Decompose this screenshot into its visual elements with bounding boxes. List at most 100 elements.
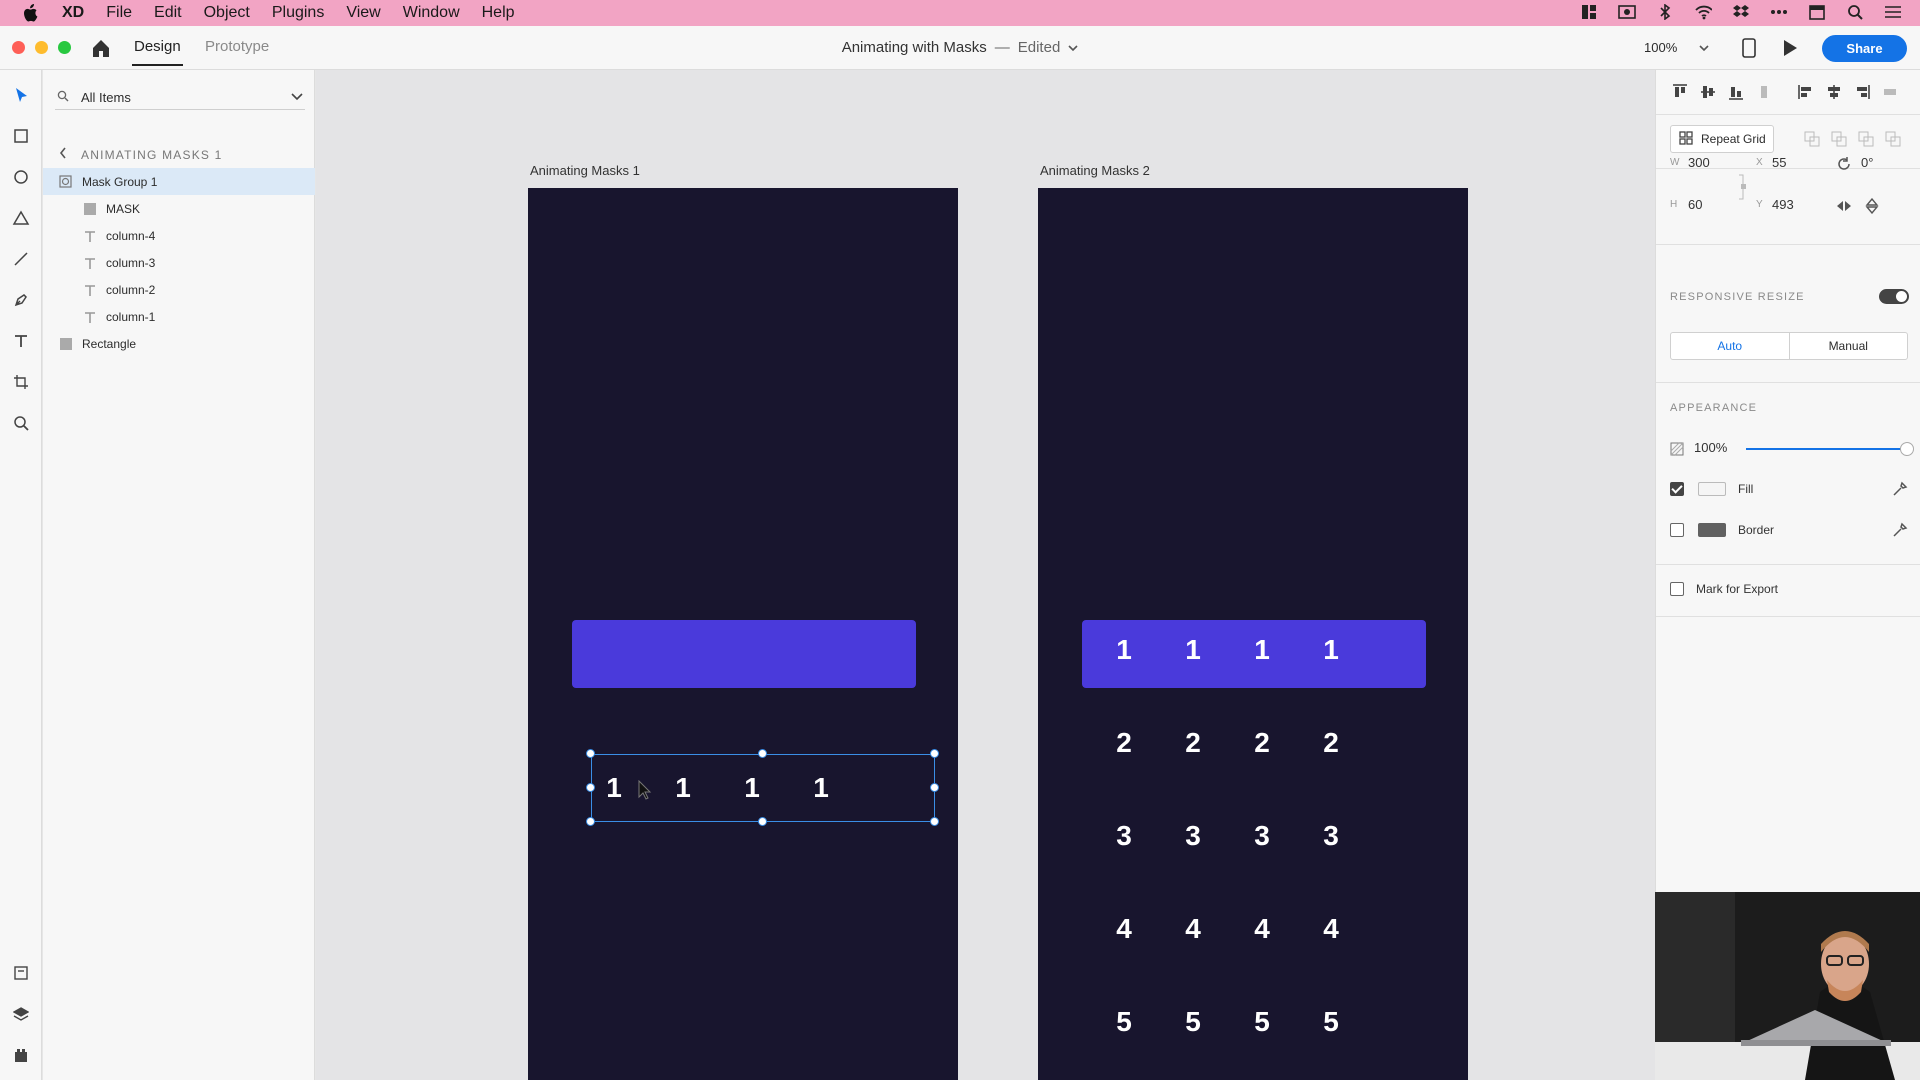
grid-number-r1-c3[interactable]: 1 (1242, 634, 1282, 666)
text-tool-icon[interactable] (10, 330, 32, 352)
dropbox-icon[interactable] (1732, 3, 1750, 21)
rectangle-tool-icon[interactable] (10, 125, 32, 147)
resize-handle-bottom-right[interactable] (930, 817, 939, 826)
opacity-value[interactable]: 100% (1694, 440, 1727, 455)
grid-number-r5-c1[interactable]: 5 (1104, 1006, 1144, 1038)
line-tool-icon[interactable] (10, 248, 32, 270)
device-preview-icon[interactable] (1742, 38, 1756, 63)
boolean-subtract-icon[interactable] (1831, 131, 1847, 147)
resize-handle-top[interactable] (758, 749, 767, 758)
artboard-1-title[interactable]: Animating Masks 1 (530, 163, 640, 178)
wifi-icon[interactable] (1694, 3, 1712, 21)
x-value[interactable]: 55 (1772, 155, 1786, 170)
menu-window[interactable]: Window (403, 4, 460, 22)
window-close-button[interactable] (12, 41, 25, 54)
resize-handle-right[interactable] (930, 783, 939, 792)
grid-number-r1-c2[interactable]: 1 (1173, 634, 1213, 666)
home-icon[interactable] (90, 37, 112, 59)
grid-number-r2-c4[interactable]: 2 (1311, 727, 1351, 759)
opacity-slider-track[interactable] (1746, 448, 1906, 450)
grid-number-r3-c2[interactable]: 3 (1173, 820, 1213, 852)
eyedropper-icon[interactable] (1892, 481, 1908, 497)
window-zoom-button[interactable] (58, 41, 71, 54)
layer-column-4[interactable]: column-4 (43, 222, 315, 249)
tab-prototype[interactable]: Prototype (205, 38, 269, 55)
artboard-animating-masks-1[interactable]: 1 1 1 1 (528, 188, 958, 1080)
layer-rectangle[interactable]: Rectangle (43, 330, 315, 357)
layer-search-field[interactable]: All Items (55, 86, 305, 110)
layer-column-1[interactable]: column-1 (43, 303, 315, 330)
layer-column-3[interactable]: column-3 (43, 249, 315, 276)
grid-number-r4-c3[interactable]: 4 (1242, 913, 1282, 945)
align-middle-icon[interactable] (1700, 84, 1716, 100)
resize-handle-bottom-left[interactable] (586, 817, 595, 826)
polygon-tool-icon[interactable] (10, 207, 32, 229)
grid-number-r4-c4[interactable]: 4 (1311, 913, 1351, 945)
zoom-tool-icon[interactable] (10, 412, 32, 434)
select-tool-icon[interactable] (10, 84, 32, 106)
resize-handle-left[interactable] (586, 783, 595, 792)
mask-rectangle[interactable] (572, 620, 916, 688)
plugins-icon[interactable] (10, 1044, 32, 1066)
menu-help[interactable]: Help (482, 4, 515, 22)
resize-mode-manual[interactable]: Manual (1790, 333, 1908, 359)
grid-number-r3-c3[interactable]: 3 (1242, 820, 1282, 852)
mark-for-export-checkbox[interactable] (1670, 582, 1684, 596)
flip-horizontal-icon[interactable] (1836, 198, 1852, 217)
grid-number-r2-c2[interactable]: 2 (1173, 727, 1213, 759)
align-top-icon[interactable] (1672, 84, 1688, 100)
artboard-animating-masks-2[interactable]: 11112222333344445555 (1038, 188, 1468, 1080)
assets-icon[interactable] (10, 962, 32, 984)
layer-breadcrumb[interactable]: ANIMATING MASKS 1 (59, 147, 223, 162)
pen-tool-icon[interactable] (10, 289, 32, 311)
grid-number-r4-c1[interactable]: 4 (1104, 913, 1144, 945)
layer-mask-group[interactable]: Mask Group 1 (43, 168, 315, 195)
design-canvas[interactable]: Animating Masks 1 1 1 1 1 Animating Mask… (316, 70, 1655, 1080)
repeat-grid-button[interactable]: Repeat Grid (1670, 125, 1774, 153)
menu-view[interactable]: View (346, 4, 380, 22)
rotation-value[interactable]: 0° (1861, 155, 1873, 170)
align-right-icon[interactable] (1854, 84, 1870, 100)
distribute-horizontal-icon[interactable] (1882, 84, 1898, 100)
distribute-vertical-icon[interactable] (1756, 84, 1772, 100)
play-icon[interactable] (1782, 39, 1798, 62)
layers-icon[interactable] (10, 1003, 32, 1025)
grid-number-r2-c1[interactable]: 2 (1104, 727, 1144, 759)
grid-number-r2-c3[interactable]: 2 (1242, 727, 1282, 759)
grid-number-r4-c2[interactable]: 4 (1173, 913, 1213, 945)
chevron-down-icon[interactable] (291, 90, 303, 105)
artboard-tool-icon[interactable] (10, 371, 32, 393)
layer-column-2[interactable]: column-2 (43, 276, 315, 303)
bluetooth-icon[interactable] (1656, 3, 1674, 21)
grid-number-r5-c2[interactable]: 5 (1173, 1006, 1213, 1038)
menu-file[interactable]: File (106, 4, 132, 22)
document-title-dropdown[interactable]: Animating with Masks — Edited (842, 39, 1079, 56)
artboard-2-title[interactable]: Animating Masks 2 (1040, 163, 1150, 178)
responsive-resize-toggle[interactable] (1879, 289, 1909, 304)
zoom-dropdown[interactable]: 100% (1644, 40, 1709, 55)
screen-record-icon[interactable] (1618, 3, 1636, 21)
fill-swatch[interactable] (1698, 482, 1726, 496)
search-icon[interactable] (1846, 3, 1864, 21)
grid-number-r1-c1[interactable]: 1 (1104, 634, 1144, 666)
grid-number-r3-c4[interactable]: 3 (1311, 820, 1351, 852)
apple-icon[interactable] (20, 3, 42, 23)
grid-number-r3-c1[interactable]: 3 (1104, 820, 1144, 852)
resize-handle-top-left[interactable] (586, 749, 595, 758)
border-swatch[interactable] (1698, 523, 1726, 537)
align-left-icon[interactable] (1798, 84, 1814, 100)
rotate-icon[interactable] (1836, 156, 1852, 175)
boolean-add-icon[interactable] (1804, 131, 1820, 147)
align-center-icon[interactable] (1826, 84, 1842, 100)
grid-number-r1-c4[interactable]: 1 (1311, 634, 1351, 666)
tab-design[interactable]: Design (132, 38, 183, 66)
menu-edit[interactable]: Edit (154, 4, 182, 22)
resize-handle-top-right[interactable] (930, 749, 939, 758)
resize-mode-auto[interactable]: Auto (1671, 333, 1790, 359)
boolean-exclude-icon[interactable] (1885, 131, 1901, 147)
eyedropper-icon[interactable] (1892, 522, 1908, 538)
notification-center-icon[interactable] (1884, 3, 1902, 21)
opacity-slider-handle[interactable] (1900, 442, 1914, 456)
fill-checkbox[interactable] (1670, 482, 1684, 496)
more-icon[interactable] (1770, 3, 1788, 21)
